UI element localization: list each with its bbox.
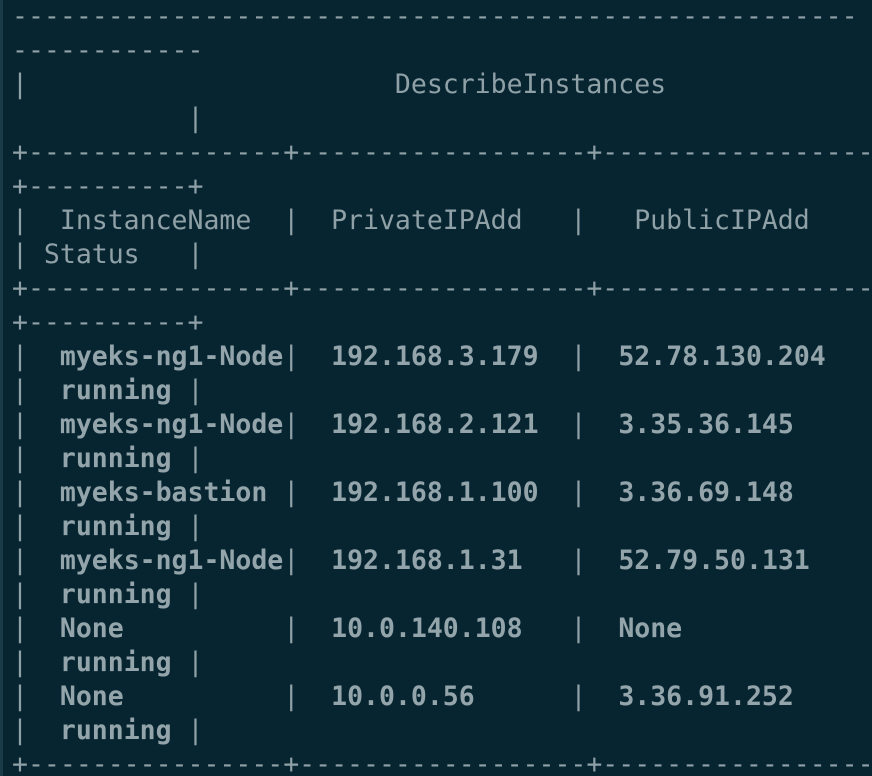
private-ip-cell: 192.168.3.179 <box>331 341 539 372</box>
table-title: | DescribeInstances <box>12 69 667 100</box>
public-ip-cell: None <box>618 613 683 644</box>
status-cell: running <box>59 443 172 474</box>
private-ip-cell: 192.168.2.121 <box>331 409 539 440</box>
instance-name-cell: myeks-ng1-Node <box>59 545 284 576</box>
public-ip-cell: 52.79.50.131 <box>618 545 810 576</box>
public-ip-cell: 3.35.36.145 <box>618 409 794 440</box>
table-border-top-wrap: ------------ <box>12 35 204 66</box>
table-separator: +----------------+------------------+---… <box>12 273 872 304</box>
instance-name-cell: None <box>59 613 124 644</box>
table-row-wrap: | running | <box>12 443 204 474</box>
table-row-wrap: | running | <box>12 647 204 678</box>
table-title-wrap: | <box>12 103 204 134</box>
public-ip-cell: 52.78.130.204 <box>618 341 826 372</box>
table-row: | myeks-ng1-Node| 192.168.3.179 | 52.78.… <box>12 341 826 372</box>
table-row-wrap: | running | <box>12 511 204 542</box>
table-border-bottom: +----------------+------------------+---… <box>12 749 872 776</box>
public-ip-cell: 3.36.91.252 <box>618 681 794 712</box>
status-cell: running <box>59 579 172 610</box>
table-rows: | myeks-ng1-Node| 192.168.3.179 | 52.78.… <box>12 340 872 748</box>
table-row: | myeks-bastion | 192.168.1.100 | 3.36.6… <box>12 477 794 508</box>
table-row-wrap: | running | <box>12 579 204 610</box>
table-row: | myeks-ng1-Node| 192.168.2.121 | 3.35.3… <box>12 409 794 440</box>
public-ip-cell: 3.36.69.148 <box>618 477 794 508</box>
private-ip-cell: 192.168.1.100 <box>331 477 539 508</box>
private-ip-cell: 192.168.1.31 <box>331 545 523 576</box>
instance-name-cell: myeks-bastion <box>59 477 268 508</box>
table-separator-wrap: +----------+ <box>12 307 204 338</box>
terminal-window[interactable]: ----------------------------------------… <box>0 0 872 776</box>
instance-name-cell: None <box>59 681 124 712</box>
instance-name-cell: myeks-ng1-Node <box>59 341 284 372</box>
table-border-top: ----------------------------------------… <box>12 1 858 32</box>
table-separator-wrap: +----------+ <box>12 171 204 202</box>
window-edge <box>0 0 3 776</box>
status-cell: running <box>59 647 172 678</box>
table-separator: +----------------+------------------+---… <box>12 137 872 168</box>
status-cell: running <box>59 511 172 542</box>
table-row: | None | 10.0.140.108 | None <box>12 613 683 644</box>
table-row: | None | 10.0.0.56 | 3.36.91.252 <box>12 681 794 712</box>
table-row: | myeks-ng1-Node| 192.168.1.31 | 52.79.5… <box>12 545 810 576</box>
private-ip-cell: 10.0.0.56 <box>331 681 475 712</box>
status-cell: running <box>59 715 172 746</box>
table-header-wrap: | Status | <box>12 239 204 270</box>
table-row-wrap: | running | <box>12 375 204 406</box>
status-cell: running <box>59 375 172 406</box>
table-header: | InstanceName | PrivateIPAdd | PublicIP… <box>12 205 810 236</box>
table-row-wrap: | running | <box>12 715 204 746</box>
instance-name-cell: myeks-ng1-Node <box>59 409 284 440</box>
terminal-output: ----------------------------------------… <box>12 0 872 776</box>
private-ip-cell: 10.0.140.108 <box>331 613 523 644</box>
